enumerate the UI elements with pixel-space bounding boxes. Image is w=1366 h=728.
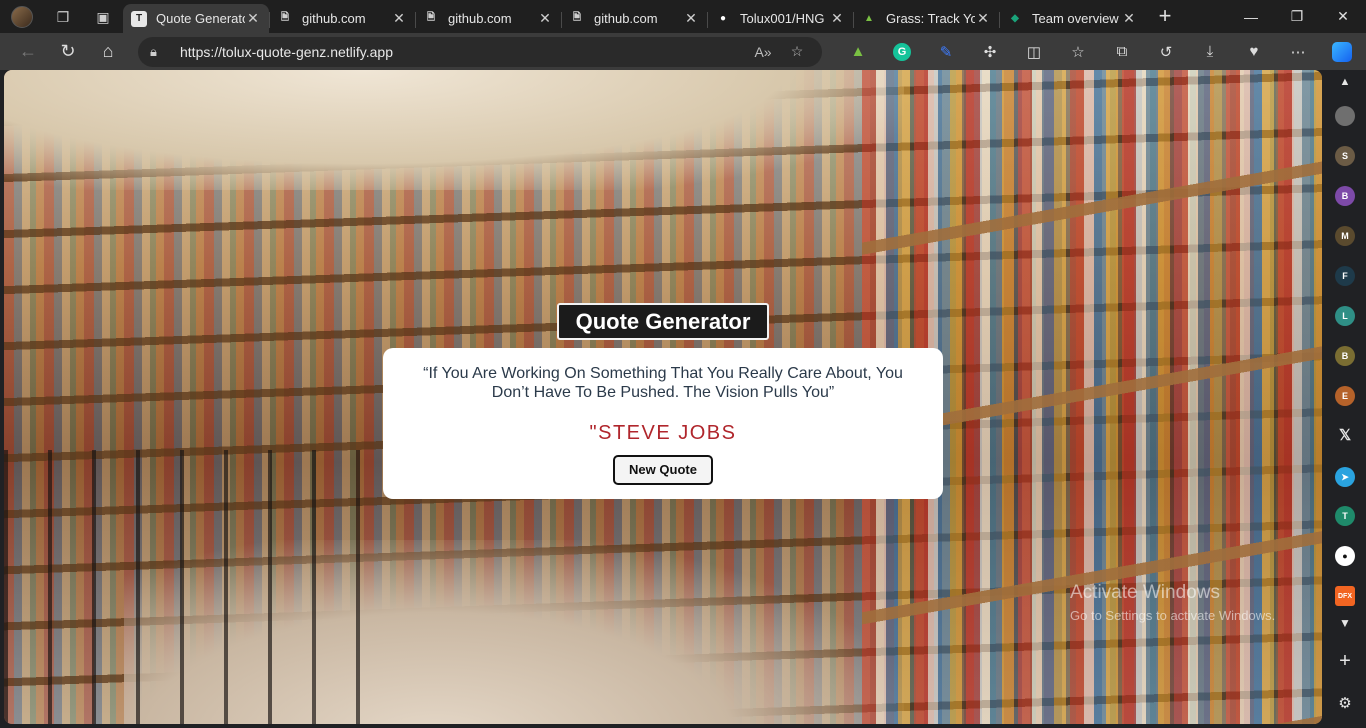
diamond-icon: ◆ — [1011, 13, 1019, 24]
github-icon: ● — [719, 13, 727, 24]
tab-actions-icon[interactable]: ▣ — [95, 9, 111, 25]
browser-sidebar: ▲ 𝕏 ➤ T ● DFX ▼ + ⚙ SBMFLBE — [1323, 70, 1366, 728]
sidebar-profile-item[interactable]: B — [1335, 346, 1355, 366]
app-title: Quote Generator — [557, 303, 769, 340]
doc-icon: 🗎︎ — [426, 12, 436, 23]
quote-text: “If You Are Working On Something That Yo… — [423, 365, 903, 401]
tab-close-icon[interactable]: ✕ — [683, 10, 699, 27]
grass-icon: ▲ — [864, 13, 874, 24]
tab-title: github.com — [448, 11, 512, 26]
sidebar-profile-item[interactable]: F — [1335, 266, 1355, 286]
browser-tab[interactable]: ▲ Grass: Track Yo ✕ — [853, 4, 999, 33]
extensions-icon[interactable]: ✣ — [968, 38, 1012, 66]
tab-title: Grass: Track Yo — [886, 11, 975, 26]
browser-tab[interactable]: 🗎︎ github.com ✕ — [561, 4, 707, 33]
tab-close-icon[interactable]: ✕ — [245, 10, 261, 27]
history-icon[interactable]: ↺ — [1144, 38, 1188, 66]
background-ceiling — [4, 70, 904, 190]
refresh-button[interactable]: ↻ — [52, 38, 84, 66]
downloads-icon[interactable]: ⤓ — [1188, 38, 1232, 66]
minimize-button[interactable]: — — [1228, 0, 1274, 33]
sidebar-profile-item[interactable]: B — [1335, 186, 1355, 206]
quote-card: “If You Are Working On Something That Yo… — [383, 348, 943, 499]
lock-icon[interactable]: 🔒︎ — [150, 44, 164, 60]
address-url[interactable]: https://tolux-quote-genz.netlify.app — [180, 44, 742, 60]
window-controls: — ❐ ✕ — [1228, 0, 1366, 33]
address-bar[interactable]: 🔒︎ https://tolux-quote-genz.netlify.app … — [138, 36, 822, 67]
sidebar-settings-icon[interactable]: ⚙ — [1333, 694, 1357, 712]
watermark-subtitle: Go to Settings to activate Windows. — [1070, 608, 1276, 623]
browser-tab[interactable]: T Quote Generator ✕ — [123, 4, 269, 33]
doc-icon: 🗎︎ — [572, 12, 582, 23]
quote-author: "STEVE JOBS — [589, 422, 737, 444]
browser-tab[interactable]: 🗎︎ github.com ✕ — [269, 4, 415, 33]
collections-icon[interactable]: ⧉ — [1100, 38, 1144, 66]
doc-icon: 🗎︎ — [280, 12, 290, 23]
tab-close-icon[interactable]: ✕ — [829, 10, 845, 27]
browser-tab[interactable]: ● Tolux001/HNG ✕ — [707, 4, 853, 33]
tab-close-icon[interactable]: ✕ — [975, 10, 991, 27]
telegram-icon[interactable]: ➤ — [1335, 467, 1355, 487]
tab-close-icon[interactable]: ✕ — [391, 10, 407, 27]
tab-title: Team overview — [1032, 11, 1119, 26]
favorites-icon[interactable]: ☆ — [1056, 38, 1100, 66]
tab-title: Quote Generator — [156, 11, 245, 26]
sidebar-more-icon[interactable]: ▼ — [1333, 616, 1357, 630]
more-options-icon[interactable]: ⋯ — [1276, 38, 1320, 66]
tab-close-icon[interactable]: ✕ — [537, 10, 553, 27]
tab-list: T Quote Generator ✕ 🗎︎ github.com ✕ 🗎︎ github.c… — [123, 0, 1145, 33]
sidebar-placeholder-avatar[interactable] — [1335, 106, 1355, 126]
tab-strip: ❐ ▣ T Quote Generator ✕ 🗎︎ github.com ✕ 🗎︎ gith… — [0, 0, 1366, 33]
sidebar-add-icon[interactable]: + — [1333, 650, 1357, 673]
back-button[interactable]: ← — [12, 38, 44, 66]
new-tab-button[interactable]: + — [1151, 3, 1179, 31]
browser-tab[interactable]: ◆ Team overview ✕ — [999, 4, 1145, 33]
sidebar-app-t-icon[interactable]: T — [1335, 506, 1355, 526]
tab-title: github.com — [594, 11, 658, 26]
sidebar-collapse-icon[interactable]: ▲ — [1333, 76, 1357, 88]
split-screen-icon[interactable]: ◫ — [1012, 38, 1056, 66]
activate-windows-watermark: Activate Windows Go to Settings to activ… — [1070, 582, 1275, 623]
sidebar-profile-item[interactable]: M — [1335, 226, 1355, 246]
favorite-star-icon[interactable]: ☆ — [784, 43, 810, 60]
browser-essentials-icon[interactable]: ♥ — [1232, 38, 1276, 66]
watermark-title: Activate Windows — [1070, 582, 1220, 603]
background-railing — [4, 450, 384, 724]
workspaces-icon[interactable]: ❐ — [55, 9, 71, 25]
extension-bar: ▲ G ✎ ✣ ◫ ☆ ⧉ ↺ ⤓ ♥ ⋯ — [836, 38, 1364, 66]
pen-extension-icon[interactable]: ✎ — [924, 38, 968, 66]
profile-avatar[interactable] — [11, 5, 33, 28]
x-twitter-icon[interactable]: 𝕏 — [1333, 426, 1357, 444]
browser-tab[interactable]: 🗎︎ github.com ✕ — [415, 4, 561, 33]
close-window-button[interactable]: ✕ — [1320, 0, 1366, 33]
restore-button[interactable]: ❐ — [1274, 0, 1320, 33]
sidebar-profile-item[interactable]: L — [1335, 306, 1355, 326]
copilot-icon[interactable] — [1320, 38, 1364, 66]
home-button[interactable]: ⌂ — [92, 38, 124, 66]
tab-title: Tolux001/HNG — [740, 11, 825, 26]
grass-extension-icon[interactable]: ▲ — [836, 38, 880, 66]
browser-toolbar: ← ↻ ⌂ 🔒︎ https://tolux-quote-genz.netlif… — [0, 33, 1366, 70]
sidebar-profile-item[interactable]: S — [1335, 146, 1355, 166]
grammarly-extension-icon[interactable]: G — [880, 38, 924, 66]
new-quote-button[interactable]: New Quote — [613, 455, 713, 485]
tab-favicon-icon: T — [131, 10, 147, 27]
sidebar-profile-item[interactable]: E — [1335, 386, 1355, 406]
dfx-sidebar-icon[interactable]: DFX — [1335, 586, 1355, 606]
tab-title: github.com — [302, 11, 366, 26]
tab-close-icon[interactable]: ✕ — [1121, 10, 1137, 27]
github-sidebar-icon[interactable]: ● — [1335, 546, 1355, 566]
read-aloud-icon[interactable]: A» — [750, 44, 776, 60]
